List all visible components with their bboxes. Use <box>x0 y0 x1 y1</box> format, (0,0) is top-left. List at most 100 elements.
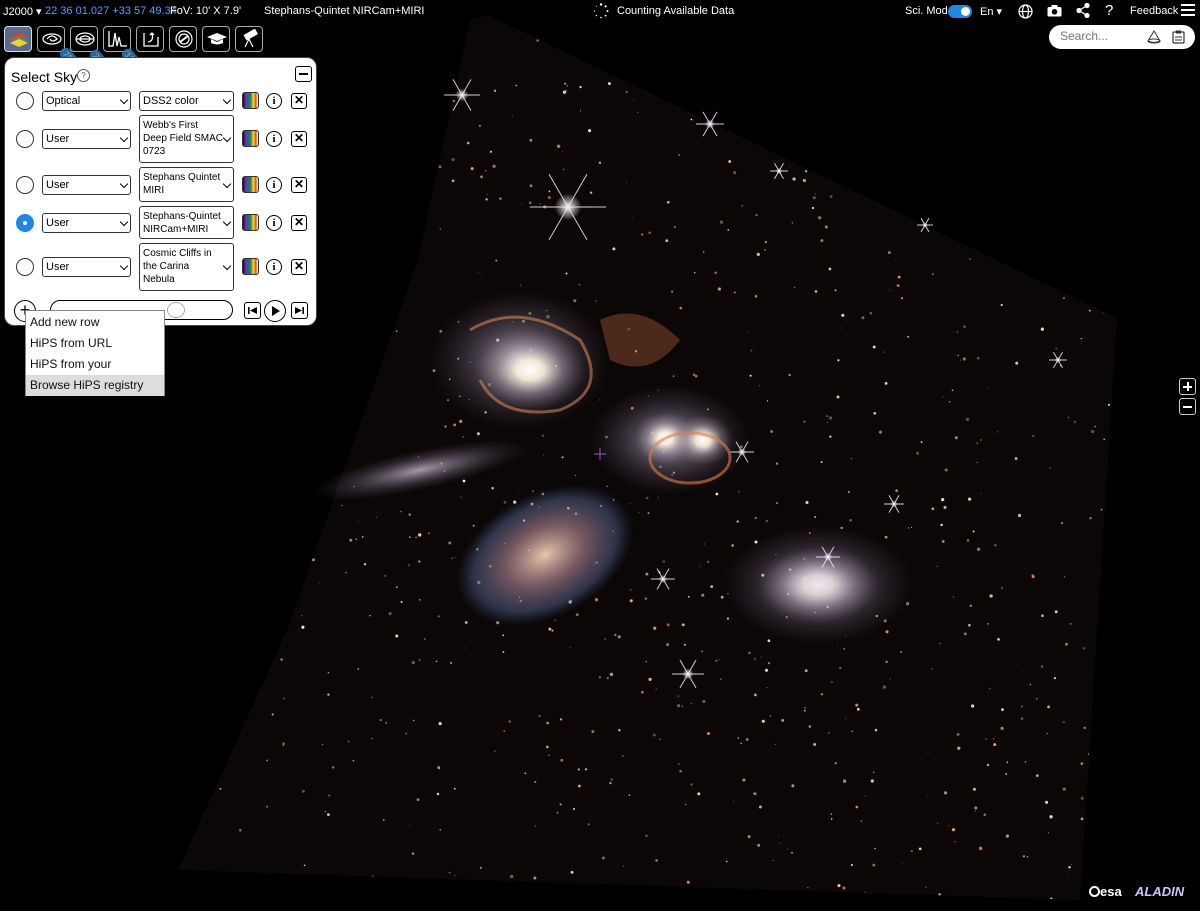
cone-search-icon[interactable] <box>1147 30 1161 44</box>
telescope-tool[interactable] <box>235 26 263 52</box>
survey-type-select[interactable]: User <box>42 257 131 277</box>
background-star <box>829 195 833 198</box>
target-tool[interactable] <box>169 26 197 52</box>
share-icon[interactable] <box>1076 3 1090 18</box>
background-star <box>870 779 874 783</box>
select-sky-tool[interactable] <box>4 26 32 52</box>
background-star <box>543 454 545 456</box>
colormap-icon[interactable] <box>242 92 259 109</box>
background-star <box>561 456 564 459</box>
search-input[interactable] <box>1060 29 1140 43</box>
footprint-tool[interactable] <box>136 26 164 52</box>
zoom-out-button[interactable] <box>1179 398 1196 415</box>
minimize-button[interactable] <box>295 66 312 82</box>
background-star <box>1055 347 1057 350</box>
background-star <box>926 795 928 797</box>
background-star <box>1006 761 1009 764</box>
clipboard-icon[interactable] <box>1172 30 1185 44</box>
colormap-icon[interactable] <box>242 130 259 147</box>
remove-row-button[interactable]: ✕ <box>291 259 307 275</box>
survey-type-select[interactable]: User <box>42 129 131 149</box>
background-star <box>931 273 935 276</box>
background-star <box>690 783 693 786</box>
play-button[interactable] <box>264 300 286 322</box>
survey-type-select[interactable]: User <box>42 174 131 195</box>
remove-row-button[interactable]: ✕ <box>291 93 307 109</box>
info-icon[interactable]: i <box>266 214 282 231</box>
background-star <box>687 595 690 598</box>
info-icon[interactable]: i <box>266 259 282 275</box>
camera-icon[interactable] <box>1047 4 1062 17</box>
background-star <box>476 432 480 436</box>
background-star <box>963 325 966 328</box>
education-tool[interactable] <box>202 26 230 52</box>
background-star <box>280 658 283 661</box>
globe-icon[interactable] <box>1018 4 1033 19</box>
survey-radio[interactable] <box>16 213 34 232</box>
hamburger-menu-icon[interactable] <box>1181 3 1195 17</box>
frame-select[interactable]: J2000 ▾ <box>3 5 42 18</box>
background-star <box>1017 513 1022 518</box>
background-star <box>754 295 758 298</box>
help-icon[interactable]: ? <box>1105 2 1113 19</box>
colormap-icon[interactable] <box>242 175 259 193</box>
sci-mode-toggle[interactable] <box>948 5 972 18</box>
colormap-icon[interactable] <box>242 213 259 231</box>
background-star <box>861 316 865 320</box>
background-star <box>536 39 539 42</box>
background-star <box>1062 297 1065 300</box>
hips-select[interactable]: Webb's First Deep Field SMAC 0723 <box>139 115 234 163</box>
remove-row-button[interactable]: ✕ <box>291 214 307 231</box>
menu-item-hips-from-url[interactable]: HiPS from URL <box>26 333 164 354</box>
slider-knob[interactable] <box>166 302 185 318</box>
menu-item-hips-from-computer[interactable]: HiPS from your computer <box>26 354 164 392</box>
info-icon[interactable]: i <box>266 176 282 193</box>
background-star <box>737 490 740 493</box>
background-star <box>943 791 948 795</box>
background-star <box>326 813 330 817</box>
zoom-in-button[interactable] <box>1179 378 1196 395</box>
hips-select[interactable]: Stephans-Quintet NIRCam+MIRI <box>139 206 234 239</box>
esa-logo-text: esa <box>1100 884 1122 899</box>
background-star <box>444 425 447 428</box>
background-star <box>754 693 757 697</box>
catalog-tool[interactable] <box>70 26 98 52</box>
survey-type-select[interactable]: User <box>42 212 131 233</box>
background-star <box>271 713 274 716</box>
remove-row-button[interactable]: ✕ <box>291 176 307 193</box>
menu-item-add-new-row[interactable]: Add new row <box>26 312 164 333</box>
background-star <box>941 497 945 502</box>
hips-select[interactable]: DSS2 color <box>139 91 234 111</box>
background-star <box>837 884 841 888</box>
background-star <box>985 738 987 740</box>
remove-row-button[interactable]: ✕ <box>291 131 307 147</box>
survey-type-select[interactable]: Optical <box>42 91 131 111</box>
skip-forward-button[interactable] <box>291 302 308 319</box>
info-icon[interactable]: i <box>266 93 282 109</box>
galaxy-tool[interactable] <box>37 26 65 52</box>
feedback-link[interactable]: Feedback <box>1130 5 1178 17</box>
language-select[interactable]: En ▾ <box>980 5 1002 18</box>
survey-radio[interactable] <box>16 130 34 148</box>
survey-radio[interactable] <box>16 175 34 194</box>
skip-back-button[interactable] <box>244 302 261 319</box>
background-star <box>692 373 696 376</box>
background-star <box>996 431 998 433</box>
menu-item-browse-hips-registry[interactable]: Browse HiPS registry <box>26 375 164 396</box>
info-icon[interactable]: i <box>266 131 282 147</box>
survey-radio[interactable] <box>16 258 34 276</box>
background-star <box>767 400 769 402</box>
survey-type-label: User <box>46 178 70 191</box>
background-star <box>645 572 649 576</box>
background-star <box>850 457 852 459</box>
background-star <box>1001 708 1004 712</box>
background-star <box>690 118 693 121</box>
colormap-icon[interactable] <box>242 258 259 275</box>
survey-radio[interactable] <box>16 92 34 110</box>
background-star <box>706 731 711 736</box>
background-star <box>655 688 658 690</box>
background-star <box>453 787 456 790</box>
help-icon[interactable]: ? <box>77 69 90 82</box>
hips-select[interactable]: Stephans Quintet MIRI <box>139 167 234 202</box>
hips-select[interactable]: Cosmic Cliffs in the Carina Nebula <box>139 243 234 291</box>
